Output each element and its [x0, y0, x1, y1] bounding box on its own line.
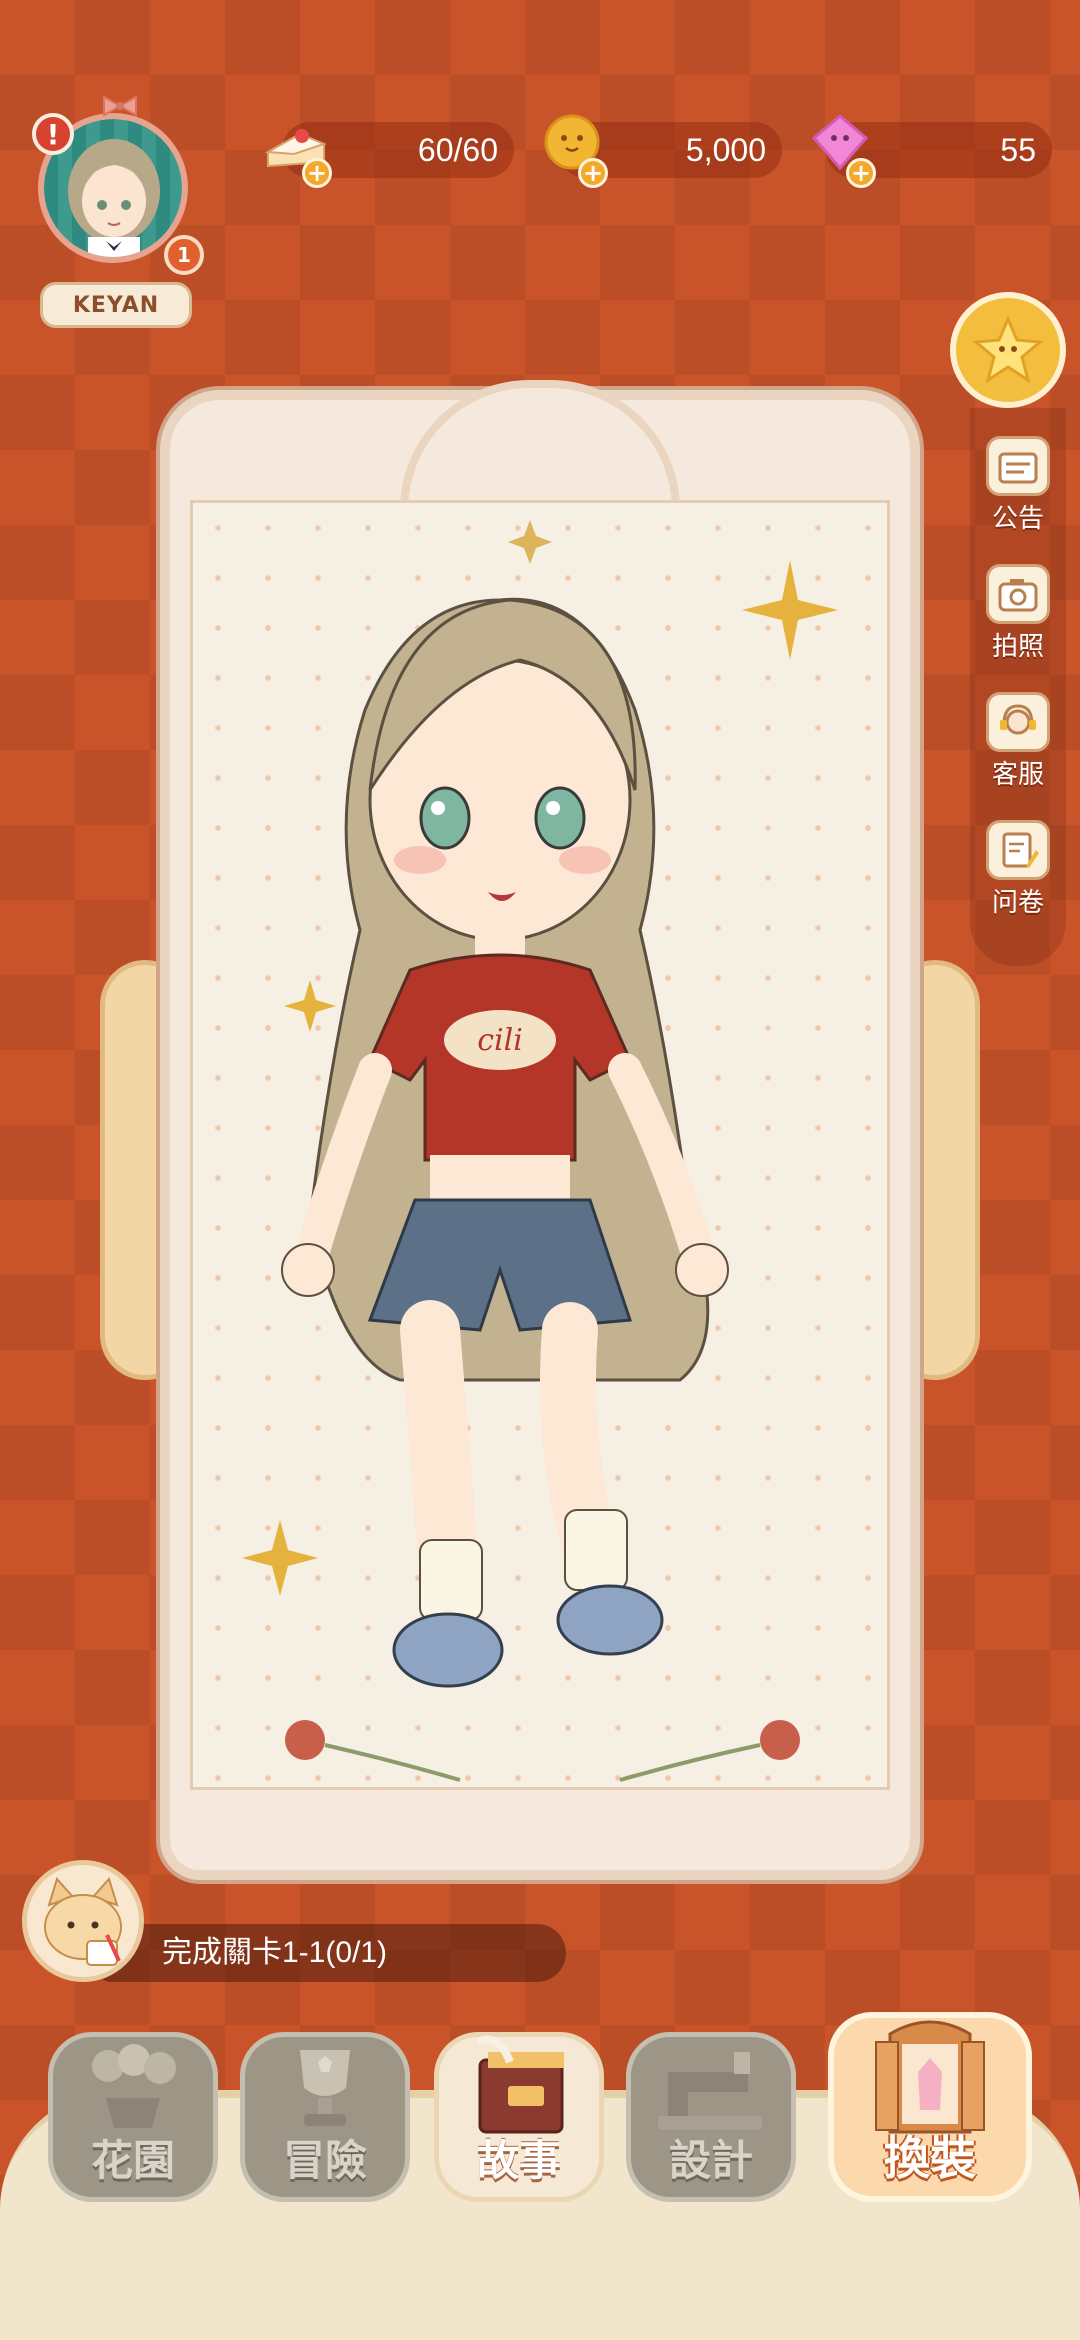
nav-dressup-button[interactable]: 換裝 — [828, 2012, 1032, 2202]
quest-text: 完成關卡1-1(0/1) — [162, 1936, 388, 1969]
add-gems-icon[interactable]: + — [846, 158, 876, 188]
nav-label: 故事 — [476, 2136, 561, 2185]
svg-text:cili: cili — [477, 1023, 523, 1058]
cat-guide-icon[interactable] — [22, 1860, 144, 1982]
coin-value: 5,000 — [685, 132, 766, 168]
nav-adventure-button[interactable]: 冒險 — [240, 2032, 410, 2202]
nav-label: 設計 — [668, 2136, 753, 2185]
trophy-icon — [300, 2050, 350, 2126]
star-icon — [973, 315, 1043, 384]
stamina-value: 60/60 — [417, 132, 498, 168]
nav-garden-button[interactable]: 花園 — [48, 2032, 218, 2202]
level-badge: 1 — [164, 235, 204, 275]
storybook-icon — [476, 2035, 564, 2134]
support-agent-icon — [986, 692, 1050, 752]
quest-tracker[interactable]: 完成關卡1-1(0/1) — [100, 1924, 566, 1982]
stamina-counter[interactable]: + 60/60 — [264, 122, 514, 188]
add-stamina-icon[interactable]: + — [302, 158, 332, 188]
side-item-notice[interactable]: 公告 — [974, 436, 1062, 535]
survey-icon — [986, 820, 1050, 880]
coin-counter[interactable]: + 5,000 — [544, 114, 782, 188]
character-figure[interactable]: cili — [190, 500, 890, 1790]
side-item-label: 公告 — [991, 504, 1044, 534]
gem-value: 55 — [1000, 132, 1036, 168]
player-name: KEYAN — [40, 282, 192, 328]
star-event-button[interactable] — [950, 292, 1066, 408]
side-item-survey[interactable]: 问卷 — [974, 820, 1062, 919]
sewing-machine-icon — [658, 2052, 762, 2130]
alert-badge: ! — [32, 113, 74, 155]
player-avatar-button[interactable]: ! 1 — [30, 95, 204, 275]
notice-board-icon — [986, 436, 1050, 496]
nav-story-button[interactable]: 故事 — [434, 2032, 604, 2202]
nav-label: 換裝 — [884, 2131, 976, 2185]
side-item-photo[interactable]: 拍照 — [974, 564, 1062, 663]
ribbon-bow-icon — [103, 95, 137, 117]
add-coins-icon[interactable]: + — [578, 158, 608, 188]
nav-label: 冒險 — [282, 2136, 367, 2185]
side-item-label: 客服 — [991, 760, 1044, 790]
camera-icon — [986, 564, 1050, 624]
flower-pot-icon — [92, 2044, 176, 2128]
side-item-label: 问卷 — [991, 888, 1044, 918]
gem-counter[interactable]: + 55 — [811, 114, 1052, 188]
side-item-label: 拍照 — [991, 632, 1044, 662]
nav-label: 花園 — [90, 2136, 175, 2185]
side-item-support[interactable]: 客服 — [974, 692, 1062, 791]
nav-design-button[interactable]: 設計 — [626, 2032, 796, 2202]
